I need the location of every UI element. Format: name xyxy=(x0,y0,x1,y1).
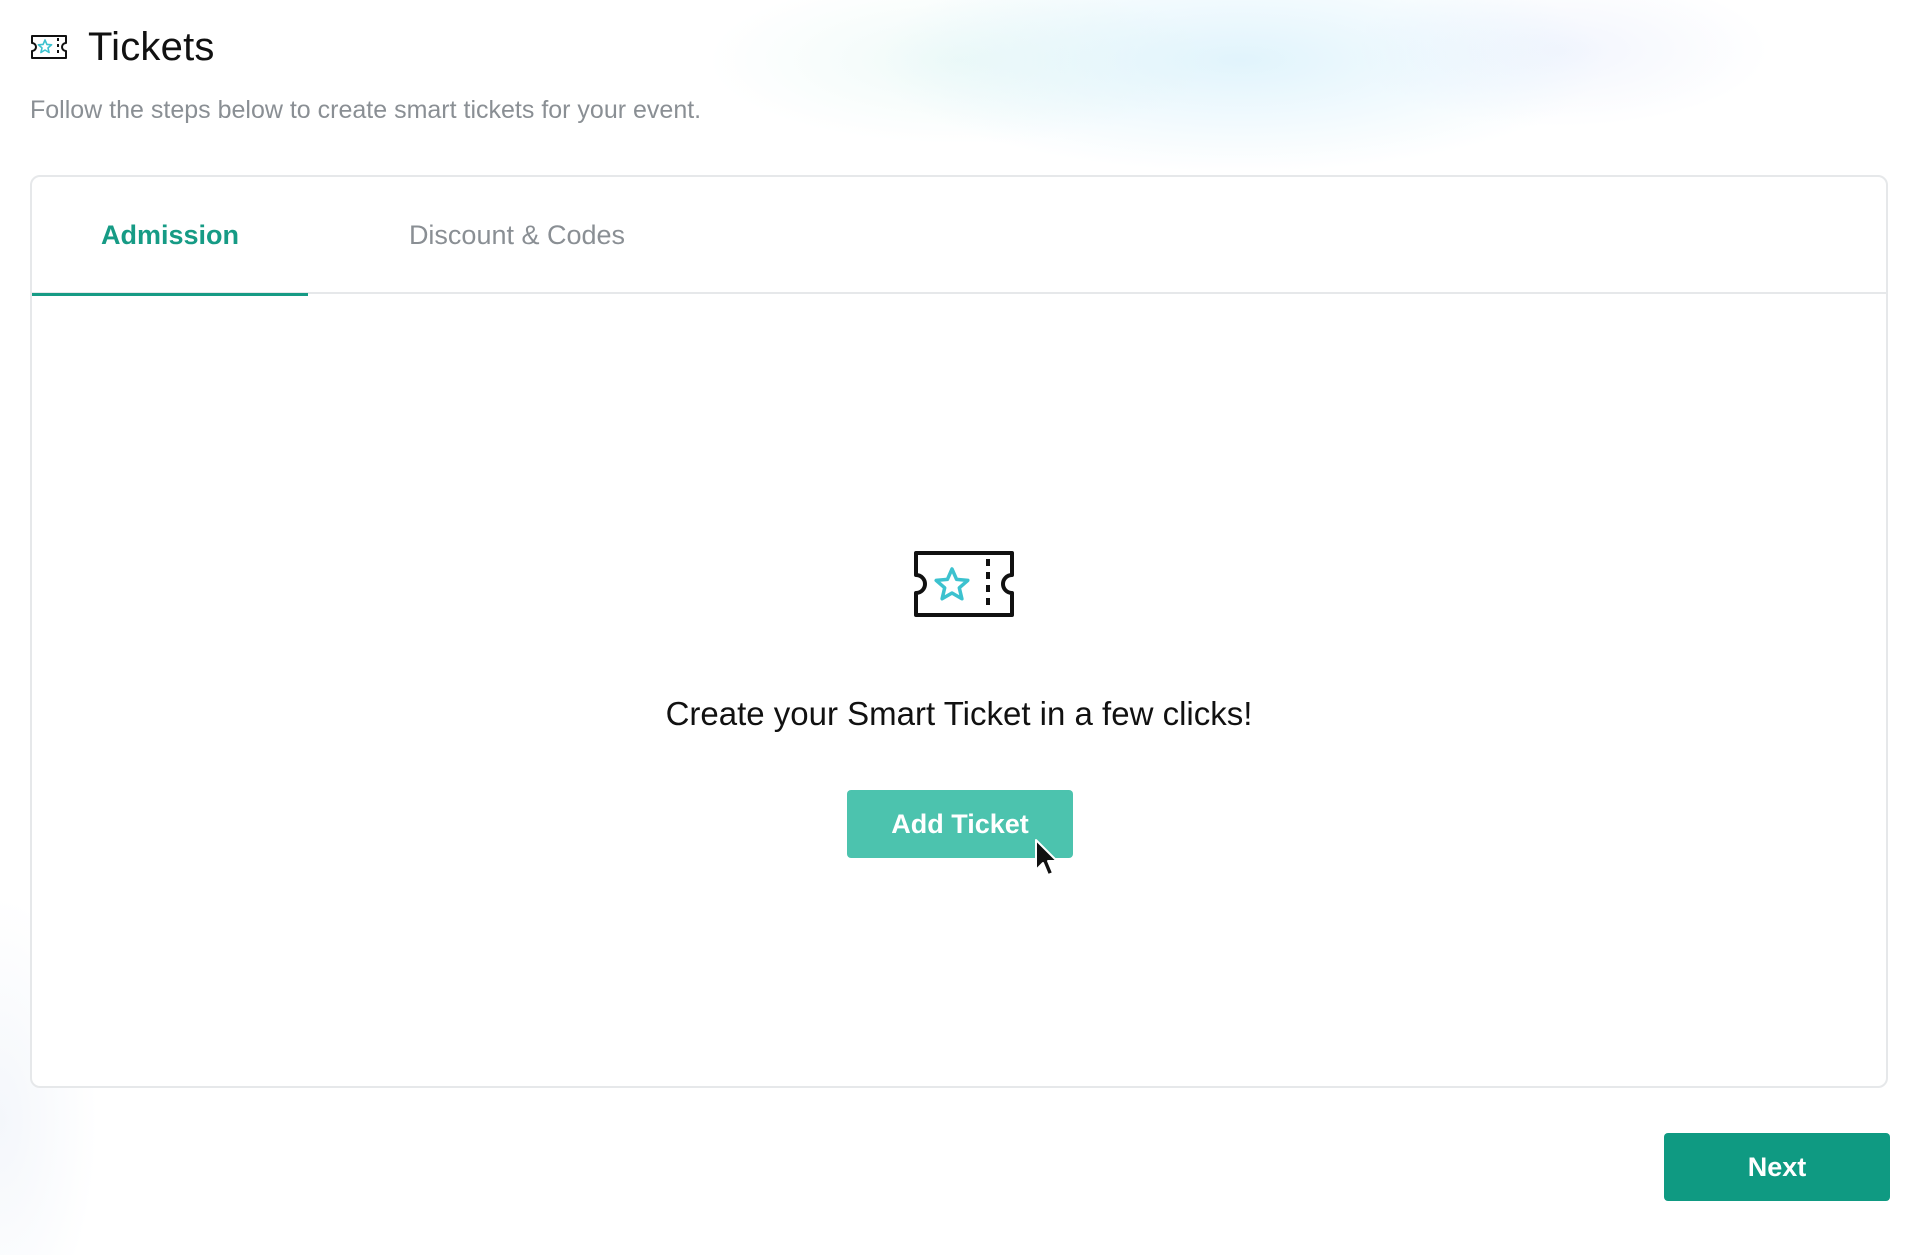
tickets-card: Admission Discount & Codes Create your S… xyxy=(30,175,1888,1088)
tab-admission[interactable]: Admission xyxy=(32,177,308,296)
page-title: Tickets xyxy=(88,24,215,69)
tab-bar: Admission Discount & Codes xyxy=(32,177,1886,296)
empty-state-message: Create your Smart Ticket in a few clicks… xyxy=(665,695,1253,732)
next-button[interactable]: Next xyxy=(1664,1133,1890,1201)
page-subtitle: Follow the steps below to create smart t… xyxy=(30,96,702,124)
active-tab-indicator xyxy=(32,293,308,296)
add-ticket-button[interactable]: Add Ticket xyxy=(847,790,1073,858)
tab-discount-codes-label: Discount & Codes xyxy=(408,220,626,250)
page-header: Tickets xyxy=(30,22,215,72)
tab-admission-label: Admission xyxy=(100,220,240,250)
ticket-star-icon xyxy=(30,34,68,60)
tab-discount-codes[interactable]: Discount & Codes xyxy=(372,177,662,294)
ticket-star-icon xyxy=(912,547,1016,621)
tickets-page: Tickets Follow the steps below to create… xyxy=(0,0,1922,1255)
